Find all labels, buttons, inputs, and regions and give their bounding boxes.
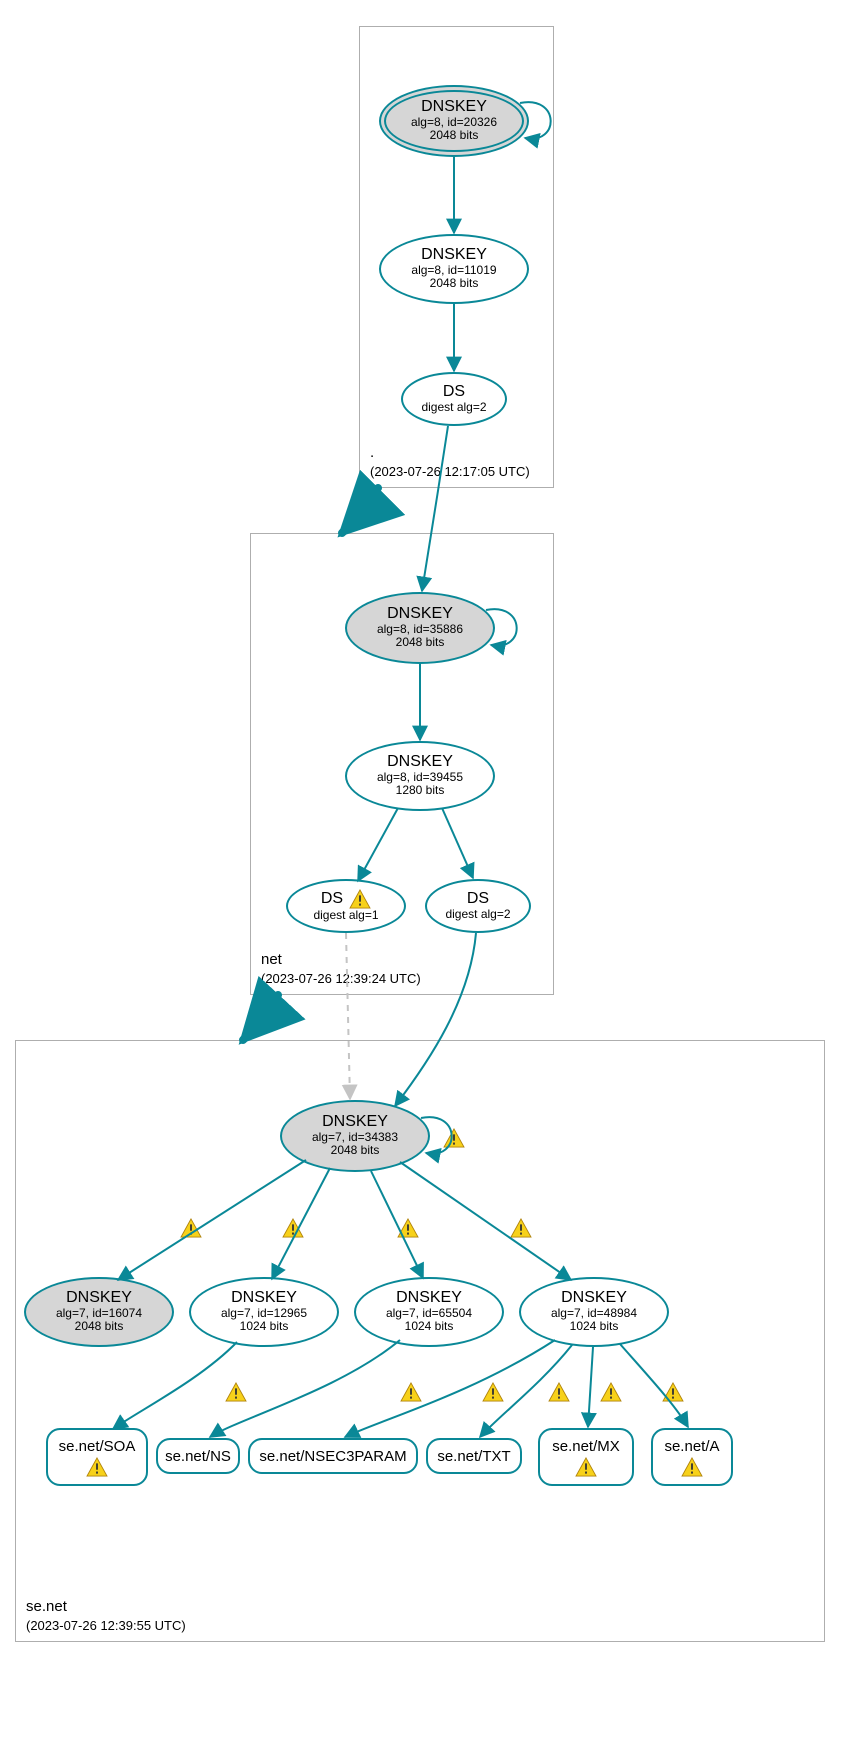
node-net-ds2: DS digest alg=2 [425,879,531,933]
warning-icon [548,1382,570,1402]
rr-txt-label: se.net/TXT [437,1448,510,1465]
warning-icon [443,1128,465,1148]
node-senet-k16074-title: DNSKEY [66,1290,132,1307]
rr-a: se.net/A [651,1428,733,1486]
zone-root-label: . (2023-07-26 12:17:05 UTC) [370,443,530,481]
warning-icon [400,1382,422,1402]
node-senet-k12965-title: DNSKEY [231,1290,297,1307]
node-senet-k48984-title: DNSKEY [561,1290,627,1307]
zone-net-label: net (2023-07-26 12:39:24 UTC) [261,950,421,988]
warning-icon [600,1382,622,1402]
node-senet-k48984: DNSKEY alg=7, id=48984 1024 bits [519,1277,669,1347]
node-senet-k16074-l1: alg=7, id=16074 [56,1307,142,1321]
node-senet-k65504-l2: 1024 bits [405,1320,454,1334]
node-net-ksk-title: DNSKEY [387,606,453,623]
node-root-zsk-l1: alg=8, id=11019 [411,264,496,278]
node-net-zsk-l2: 1280 bits [396,784,445,798]
zone-net-name: net [261,950,421,970]
node-root-ksk: DNSKEY alg=8, id=20326 2048 bits [379,85,529,157]
node-senet-k65504: DNSKEY alg=7, id=65504 1024 bits [354,1277,504,1347]
node-senet-ksk-l1: alg=7, id=34383 [312,1131,398,1145]
warning-icon [180,1218,202,1238]
node-root-ksk-l2: 2048 bits [430,129,479,143]
node-net-ds2-title: DS [467,891,489,908]
node-senet-ksk-title: DNSKEY [322,1114,388,1131]
node-net-ds1-l1: digest alg=1 [313,909,378,923]
zone-senet-name: se.net [26,1597,186,1617]
rr-mx-label: se.net/MX [552,1438,620,1455]
rr-nsec3param: se.net/NSEC3PARAM [248,1438,418,1474]
node-senet-k65504-title: DNSKEY [396,1290,462,1307]
rr-nsec3param-label: se.net/NSEC3PARAM [259,1448,406,1465]
node-senet-k12965-l2: 1024 bits [240,1320,289,1334]
rr-txt: se.net/TXT [426,1438,522,1474]
rr-ns: se.net/NS [156,1438,240,1474]
node-root-zsk: DNSKEY alg=8, id=11019 2048 bits [379,234,529,304]
node-net-ds1-title: DS [321,891,343,908]
node-net-ksk-l1: alg=8, id=35886 [377,623,463,637]
rr-soa-label: se.net/SOA [59,1438,136,1455]
zone-root-name: . [370,443,530,463]
warning-icon [397,1218,419,1238]
node-senet-k48984-l2: 1024 bits [570,1320,619,1334]
node-senet-ksk: DNSKEY alg=7, id=34383 2048 bits [280,1100,430,1172]
node-net-zsk-l1: alg=8, id=39455 [377,771,463,785]
node-net-ksk: DNSKEY alg=8, id=35886 2048 bits [345,592,495,664]
warning-icon [482,1382,504,1402]
node-root-ds-l1: digest alg=2 [421,401,486,415]
node-net-ds1: DS digest alg=1 [286,879,406,933]
zone-net-timestamp: (2023-07-26 12:39:24 UTC) [261,970,421,988]
node-root-ksk-l1: alg=8, id=20326 [411,116,497,130]
rr-ns-label: se.net/NS [165,1448,231,1465]
node-root-zsk-title: DNSKEY [421,247,487,264]
node-net-ksk-l2: 2048 bits [396,636,445,650]
node-root-zsk-l2: 2048 bits [430,277,479,291]
node-senet-k16074: DNSKEY alg=7, id=16074 2048 bits [24,1277,174,1347]
warning-icon [510,1218,532,1238]
rr-soa: se.net/SOA [46,1428,148,1486]
rr-a-label: se.net/A [664,1438,719,1455]
node-senet-k48984-l1: alg=7, id=48984 [551,1307,637,1321]
node-net-zsk: DNSKEY alg=8, id=39455 1280 bits [345,741,495,811]
node-senet-k12965-l1: alg=7, id=12965 [221,1307,307,1321]
node-root-ds-title: DS [443,384,465,401]
node-net-ds2-l1: digest alg=2 [445,908,510,922]
warning-icon [86,1457,108,1477]
zone-senet-timestamp: (2023-07-26 12:39:55 UTC) [26,1617,186,1635]
warning-icon [662,1382,684,1402]
warning-icon [575,1457,597,1477]
warning-icon [282,1218,304,1238]
rr-mx: se.net/MX [538,1428,634,1486]
node-root-ds: DS digest alg=2 [401,372,507,426]
node-net-zsk-title: DNSKEY [387,754,453,771]
node-senet-k16074-l2: 2048 bits [75,1320,124,1334]
node-root-ksk-title: DNSKEY [421,99,487,116]
zone-root-timestamp: (2023-07-26 12:17:05 UTC) [370,463,530,481]
node-senet-k65504-l1: alg=7, id=65504 [386,1307,472,1321]
node-senet-k12965: DNSKEY alg=7, id=12965 1024 bits [189,1277,339,1347]
warning-icon [225,1382,247,1402]
warning-icon [681,1457,703,1477]
node-senet-ksk-l2: 2048 bits [331,1144,380,1158]
warning-icon [349,889,371,909]
zone-senet-label: se.net (2023-07-26 12:39:55 UTC) [26,1597,186,1635]
